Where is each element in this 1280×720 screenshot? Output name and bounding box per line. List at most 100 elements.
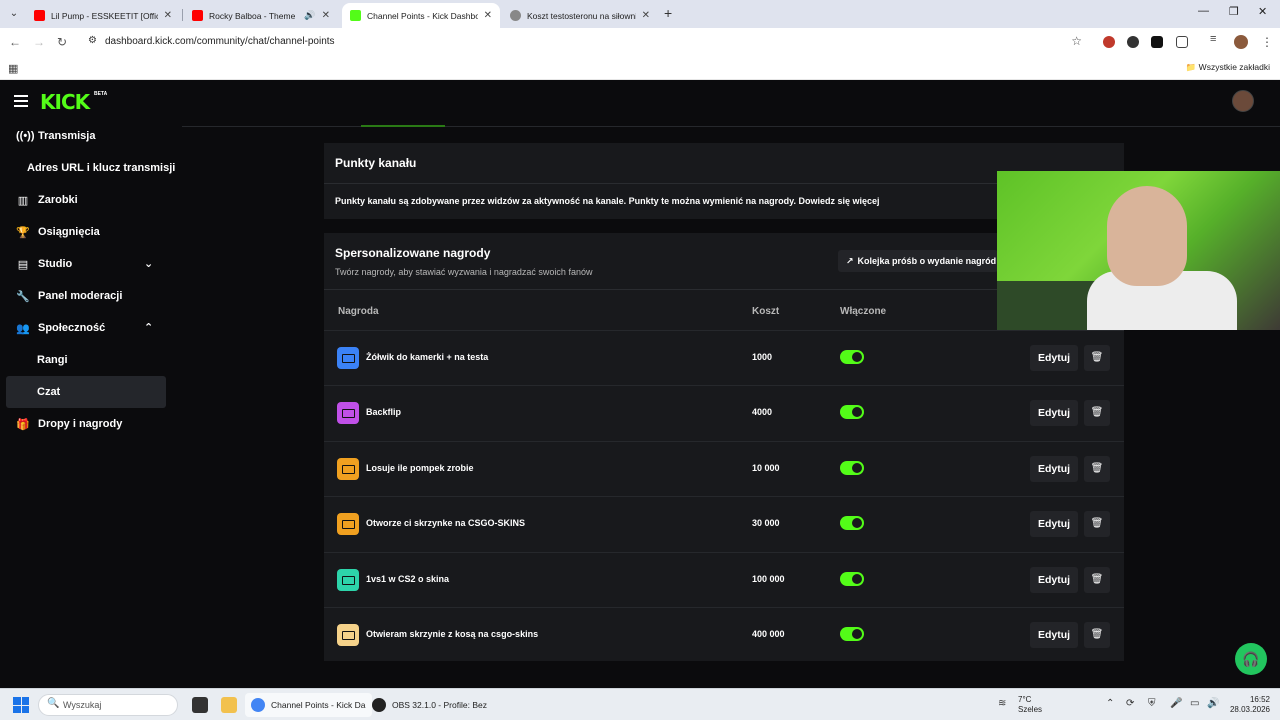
edit-reward-button[interactable]: Edytuj bbox=[1030, 621, 1078, 648]
reward-row: 1vs1 w CS2 o skina 100 000 Edytuj 🗑 bbox=[324, 551, 1124, 607]
close-icon[interactable]: ✕ bbox=[164, 10, 172, 21]
edit-reward-button[interactable]: Edytuj bbox=[1030, 511, 1078, 538]
tab-koszt-testosteronu[interactable]: Koszt testosteronu na siłowni ✕ bbox=[502, 3, 658, 28]
edit-reward-button[interactable]: Edytuj bbox=[1030, 400, 1078, 427]
speaker-icon[interactable]: 🔊 bbox=[304, 10, 315, 21]
sidebar-item-osiagniecia[interactable]: 🏆 Osiągnięcia bbox=[0, 216, 180, 248]
delete-trash-icon[interactable]: 🗑 bbox=[1084, 566, 1110, 593]
support-chat-button[interactable]: 🎧 bbox=[1235, 643, 1267, 675]
reward-cost: 1000 bbox=[752, 352, 773, 362]
speaker-icon[interactable]: 🔊 bbox=[1207, 698, 1219, 709]
sync-icon[interactable]: ⟳ bbox=[1126, 698, 1134, 709]
sidebar-item-czat[interactable]: Czat bbox=[6, 376, 166, 408]
sidebar-item-label: Studio bbox=[38, 258, 73, 270]
taskbar-search-placeholder: Wyszukaj bbox=[63, 700, 102, 710]
extension-icon[interactable] bbox=[1127, 36, 1139, 48]
shield-icon[interactable]: ⛨ bbox=[1148, 698, 1156, 709]
task-view-icon[interactable] bbox=[192, 697, 208, 713]
chevron-up-icon[interactable]: ⌃ bbox=[144, 321, 153, 334]
restore-icon[interactable]: ❐ bbox=[1229, 5, 1239, 18]
youtube-icon bbox=[192, 10, 203, 21]
ticket-icon bbox=[337, 568, 359, 591]
url-text[interactable]: dashboard.kick.com/community/chat/channe… bbox=[105, 36, 335, 47]
edit-reward-button[interactable]: Edytuj bbox=[1030, 345, 1078, 371]
sidebar-item-studio[interactable]: ▤ Studio ⌄ bbox=[0, 248, 180, 280]
menu-kebab-icon[interactable]: ⋮ bbox=[1261, 35, 1273, 49]
close-icon[interactable]: ✕ bbox=[484, 10, 492, 21]
close-icon[interactable]: ✕ bbox=[642, 10, 650, 21]
sidebar-item-dropy-i-nagrody[interactable]: 🎁 Dropy i nagrody bbox=[0, 408, 180, 440]
edit-reward-button[interactable]: Edytuj bbox=[1030, 566, 1078, 593]
reward-enabled-toggle[interactable] bbox=[840, 516, 864, 531]
delete-trash-icon[interactable]: 🗑 bbox=[1084, 345, 1110, 371]
edit-reward-button[interactable]: Edytuj bbox=[1030, 455, 1078, 482]
close-icon[interactable]: ✕ bbox=[322, 10, 330, 21]
reward-enabled-toggle[interactable] bbox=[840, 350, 864, 364]
tab-title: Rocky Balboa - Theme Song bbox=[209, 10, 298, 21]
sidebar-item-rangi[interactable]: Rangi bbox=[0, 344, 180, 376]
tab-rocky-balboa[interactable]: Rocky Balboa - Theme Song 🔊 ✕ bbox=[184, 3, 338, 28]
site-info-icon[interactable]: ⚙ bbox=[88, 35, 97, 46]
address-bar[interactable]: ⚙ dashboard.kick.com/community/chat/chan… bbox=[80, 31, 1090, 54]
taskbar-app-chrome[interactable]: Channel Points - Kick Da bbox=[245, 693, 372, 717]
taskbar-clock[interactable]: 16:52 28.03.2026 bbox=[1228, 695, 1270, 715]
reward-enabled-toggle[interactable] bbox=[840, 460, 864, 475]
apps-grid-icon[interactable]: ▦ bbox=[8, 62, 18, 75]
tab-search-chevron-icon[interactable]: ⌄ bbox=[6, 6, 22, 22]
kick-logo[interactable]: KICK bbox=[40, 90, 90, 114]
reward-row: Otwieram skrzynie z kosą na csgo-skins 40… bbox=[324, 606, 1124, 662]
reward-enabled-toggle[interactable] bbox=[840, 571, 864, 586]
weather-widget[interactable]: 7°C Szeles bbox=[1018, 695, 1042, 715]
reward-enabled-toggle[interactable] bbox=[840, 405, 864, 420]
ticket-icon bbox=[337, 623, 359, 646]
profile-avatar[interactable] bbox=[1234, 35, 1248, 49]
weather-desc: Szeles bbox=[1018, 705, 1043, 714]
reward-name: Żółwik do kamerki + na testa bbox=[366, 352, 489, 362]
search-icon: 🔍 bbox=[47, 698, 60, 709]
forward-icon[interactable]: → bbox=[33, 35, 45, 49]
extension-icon[interactable] bbox=[1103, 36, 1115, 48]
new-tab-button[interactable]: + bbox=[664, 5, 672, 21]
reading-list-icon[interactable]: ≡ bbox=[1210, 33, 1222, 45]
webcam-person bbox=[1107, 186, 1187, 286]
user-avatar[interactable] bbox=[1232, 90, 1254, 112]
delete-trash-icon[interactable]: 🗑 bbox=[1084, 511, 1110, 538]
sidebar-item-spolecznosc[interactable]: 👥 Społeczność ⌃ bbox=[0, 312, 180, 344]
tab-channel-points[interactable]: Channel Points - Kick Dashboard ✕ bbox=[342, 3, 500, 28]
tab-lil-pump[interactable]: Lil Pump - ESSKEETIT [Official M ✕ bbox=[26, 3, 180, 28]
sidebar-item-label: Rangi bbox=[37, 354, 68, 366]
extension-icon[interactable] bbox=[1151, 36, 1163, 48]
reward-cost: 400 000 bbox=[752, 628, 785, 639]
ticket-icon bbox=[337, 402, 359, 425]
windows-start-icon[interactable] bbox=[13, 697, 29, 713]
wind-icon: ≋ bbox=[998, 698, 1007, 709]
wrench-icon: 🔧 bbox=[16, 290, 30, 303]
sidebar-item-panel-moderacji[interactable]: 🔧 Panel moderacji bbox=[0, 280, 180, 312]
reload-icon[interactable]: ↻ bbox=[57, 35, 67, 49]
reward-queue-button[interactable]: ↗ Kolejka próśb o wydanie nagród bbox=[838, 250, 998, 272]
microphone-icon[interactable]: 🎤 bbox=[1170, 698, 1182, 709]
delete-trash-icon[interactable]: 🗑 bbox=[1084, 455, 1110, 482]
bookmark-star-icon[interactable]: ☆ bbox=[1071, 34, 1082, 48]
back-icon[interactable]: ← bbox=[9, 35, 21, 49]
chevron-up-icon[interactable]: ⌃ bbox=[1106, 698, 1114, 709]
delete-trash-icon[interactable]: 🗑 bbox=[1084, 400, 1110, 427]
kick-dashboard: KICK BETA ((•)) Transmisja Adres URL i k… bbox=[0, 80, 1280, 688]
delete-trash-icon[interactable]: 🗑 bbox=[1084, 621, 1110, 648]
minimize-icon[interactable]: — bbox=[1198, 5, 1209, 17]
sidebar-item-transmisja[interactable]: ((•)) Transmisja bbox=[0, 120, 180, 152]
sidebar-item-label: Zarobki bbox=[38, 194, 78, 206]
sidebar-item-zarobki[interactable]: ▥ Zarobki bbox=[0, 184, 180, 216]
monitor-icon[interactable]: ▭ bbox=[1190, 698, 1199, 709]
taskbar-search[interactable]: 🔍 Wyszukaj bbox=[38, 694, 178, 716]
file-explorer-icon[interactable] bbox=[221, 697, 237, 713]
chevron-down-icon[interactable]: ⌄ bbox=[144, 257, 153, 270]
hamburger-menu-icon[interactable] bbox=[14, 95, 28, 110]
all-bookmarks-button[interactable]: 📁 Wszystkie zakładki bbox=[1186, 62, 1270, 73]
taskbar-app-obs[interactable]: OBS 32.1.0 - Profile: Bez bbox=[366, 693, 493, 717]
reward-enabled-toggle[interactable] bbox=[840, 626, 864, 641]
close-window-icon[interactable]: ✕ bbox=[1258, 5, 1267, 18]
extensions-puzzle-icon[interactable] bbox=[1176, 36, 1188, 48]
sidebar-item-label: Dropy i nagrody bbox=[38, 418, 123, 430]
sidebar-item-stream-url-key[interactable]: Adres URL i klucz transmisji bbox=[0, 152, 180, 184]
